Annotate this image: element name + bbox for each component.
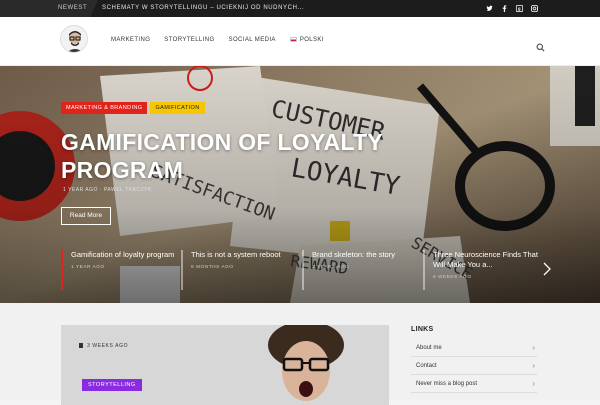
google-plus-icon[interactable]: g — [516, 5, 523, 12]
hero-meta: 1 YEAR AGO · PAWEŁ TKACZYK — [63, 187, 152, 193]
link-about-me[interactable]: About me › — [411, 339, 537, 357]
twitter-icon[interactable] — [486, 5, 493, 12]
newest-label: NEWEST — [0, 0, 98, 17]
nav-item-storytelling[interactable]: STORYTELLING — [164, 37, 214, 43]
slide-navigator: Gamification of loyalty program 1 YEAR A… — [61, 250, 561, 290]
read-more-button[interactable]: Read More — [61, 207, 111, 225]
slide-item[interactable]: Brand skeleton: the story 2 YEARS AGO — [302, 250, 420, 290]
link-label: Contact — [416, 363, 437, 369]
slide-item[interactable]: Three Neuroscience Finds That Will Make … — [423, 250, 541, 290]
main-nav: MARKETING STORYTELLING SOCIAL MEDIA POLS… — [111, 37, 324, 43]
link-newsletter[interactable]: Never miss a blog post › — [411, 375, 537, 393]
slide-title: Three Neuroscience Finds That Will Make … — [433, 250, 538, 269]
polish-flag-icon — [289, 37, 297, 42]
links-title: LINKS — [411, 326, 434, 333]
post-thumbnail-image — [268, 325, 344, 401]
slide-item[interactable]: Gamification of loyalty program 1 YEAR A… — [61, 250, 179, 290]
link-contact[interactable]: Contact › — [411, 357, 537, 375]
category-badge-gamification[interactable]: GAMIFICATION — [150, 102, 205, 114]
social-links: g — [486, 0, 538, 17]
featured-post-card[interactable]: 3 WEEKS AGO STORYTELLING — [61, 325, 389, 405]
hero-title[interactable]: GAMIFICATION OF LOYALTY PROGRAM — [61, 128, 481, 184]
chevron-right-icon: › — [532, 343, 535, 352]
post-date: 3 WEEKS AGO — [87, 343, 129, 349]
slide-title: Gamification of loyalty program — [71, 250, 175, 259]
slide-meta: 8 MONTHS AGO — [191, 265, 234, 270]
category-badge-storytelling[interactable]: STORYTELLING — [82, 379, 142, 391]
slide-meta: 1 YEAR AGO — [71, 265, 105, 270]
top-bar: NEWEST SCHEMATY W STORYTELLINGU – UCIEKN… — [0, 0, 600, 17]
svg-text:g: g — [518, 6, 521, 11]
slide-title: Brand skeleton: the story — [312, 250, 395, 259]
instagram-icon[interactable] — [531, 5, 538, 12]
link-label: Never miss a blog post — [416, 381, 478, 387]
chevron-right-icon: › — [532, 361, 535, 370]
nav-item-marketing[interactable]: MARKETING — [111, 37, 150, 43]
chevron-right-icon[interactable] — [543, 262, 553, 276]
chevron-right-icon: › — [532, 379, 535, 388]
hero-slider: CUSTOMER LOYALTY SATISFACTION REWARD SER… — [0, 66, 600, 303]
link-label: About me — [416, 345, 442, 351]
category-badge-marketing[interactable]: MARKETING & BRANDING — [61, 102, 148, 114]
nav-item-language[interactable]: POLSKI — [289, 37, 324, 43]
slide-item[interactable]: This is not a system reboot 8 MONTHS AGO — [181, 250, 299, 290]
slide-meta: 6 WEEKS AGO — [433, 275, 472, 280]
nav-item-social-media[interactable]: SOCIAL MEDIA — [229, 37, 276, 43]
hero-categories: MARKETING & BRANDING GAMIFICATION — [61, 102, 205, 114]
post-meta: 3 WEEKS AGO — [79, 343, 128, 349]
bookmark-icon — [79, 343, 83, 348]
site-header: MARKETING STORYTELLING SOCIAL MEDIA POLS… — [0, 17, 600, 66]
news-ticker[interactable]: SCHEMATY W STORYTELLINGU – UCIEKNIJ OD N… — [102, 0, 304, 17]
site-logo-avatar[interactable] — [60, 25, 88, 53]
links-widget: LINKS About me › Contact › Never miss a … — [411, 326, 537, 393]
search-icon[interactable] — [536, 39, 545, 52]
facebook-icon[interactable] — [501, 5, 508, 12]
language-label: POLSKI — [299, 37, 324, 43]
slide-title: This is not a system reboot — [191, 250, 281, 259]
slide-meta: 2 YEARS AGO — [312, 265, 350, 270]
content-area: 3 WEEKS AGO STORYTELLING LINKS About me … — [0, 303, 600, 405]
